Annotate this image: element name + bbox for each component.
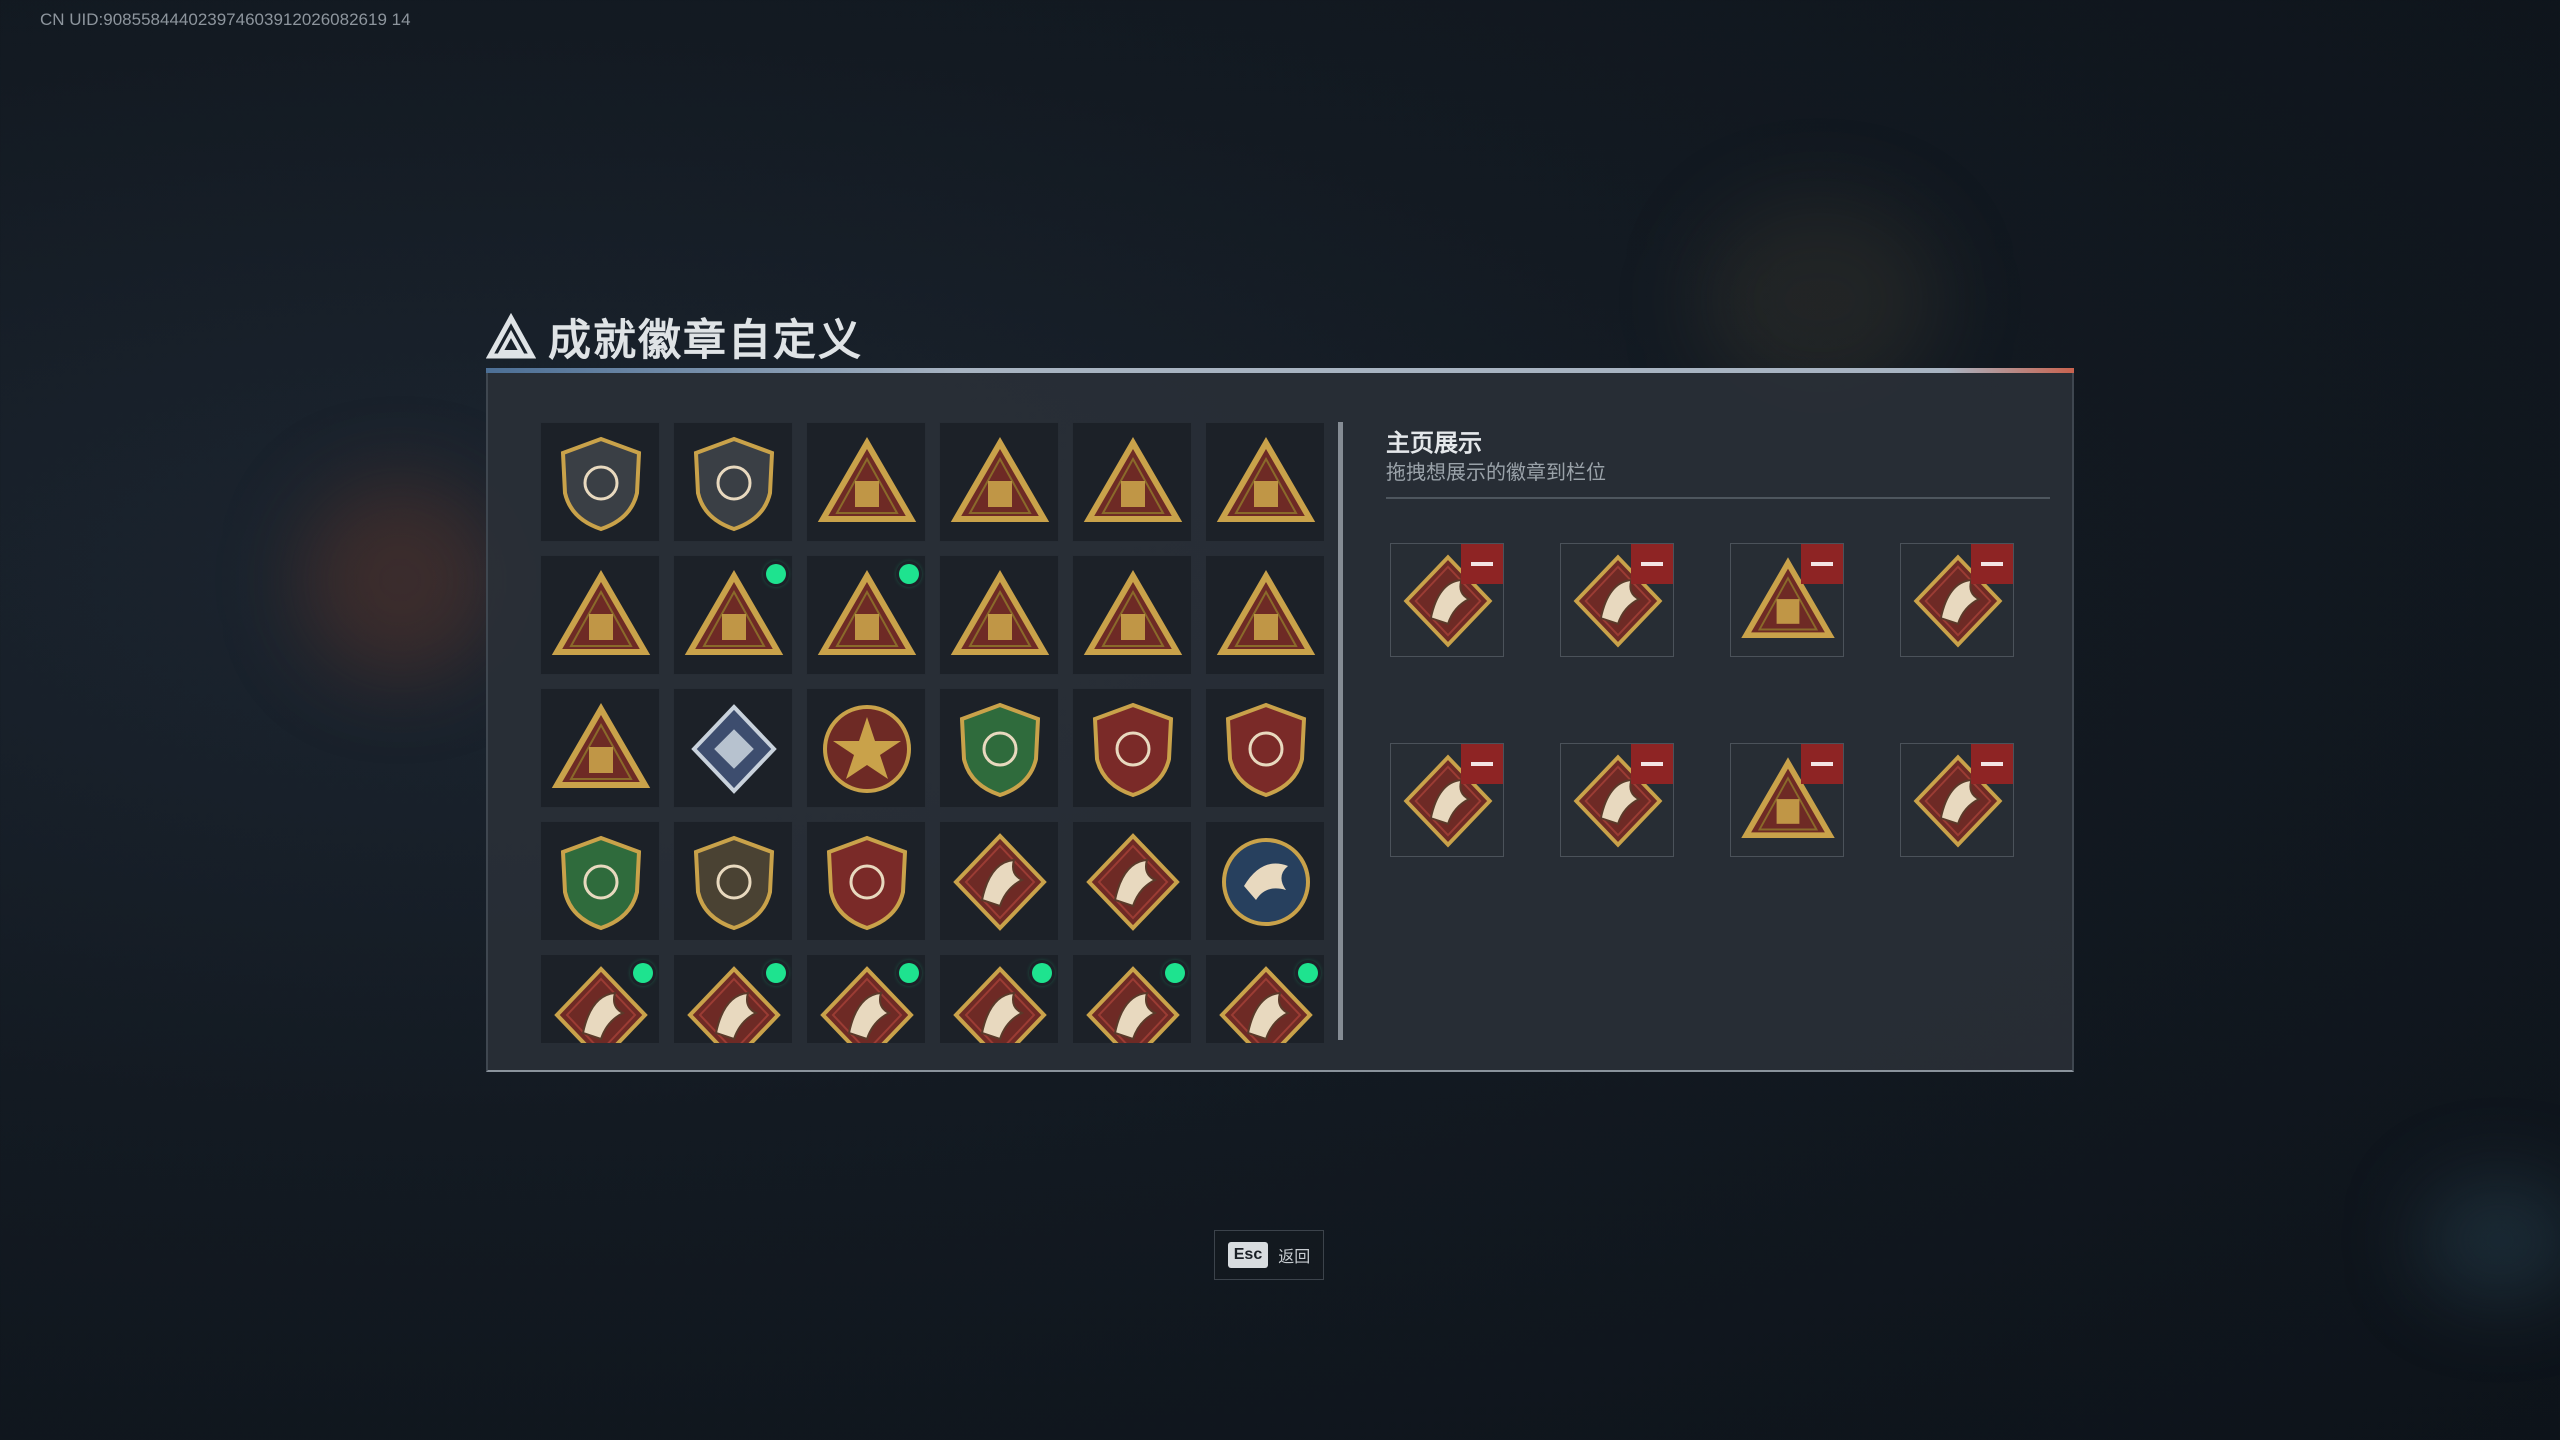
stars-shield-star-badge-icon — [1225, 702, 1307, 798]
gold-triangle-hand-badge-icon — [1216, 437, 1316, 522]
badge-cell[interactable] — [540, 688, 660, 808]
new-indicator-dot — [633, 963, 653, 983]
badge-cell[interactable] — [540, 821, 660, 941]
gold-triangle-soldiers-badge-icon — [950, 570, 1050, 655]
gold-triangle-group-badge-icon — [1083, 570, 1183, 655]
badge-cell[interactable] — [1205, 688, 1325, 808]
minus-icon — [1471, 762, 1493, 766]
uid-label: CN UID:908558444023974603912026082619 14 — [40, 10, 411, 29]
badge-cell[interactable] — [939, 422, 1059, 542]
blue-circle-eagle-badge-icon — [1222, 838, 1310, 926]
badge-cell[interactable] — [540, 555, 660, 675]
badge-cell[interactable] — [673, 555, 793, 675]
badge-cell[interactable] — [1072, 422, 1192, 542]
showcase-slot[interactable] — [1730, 543, 1844, 657]
wings-sword-shield-badge-icon — [826, 835, 908, 931]
badge-cell[interactable] — [1072, 555, 1192, 675]
gold-triangle-number-one-badge-icon — [551, 570, 651, 655]
badge-cell[interactable] — [540, 954, 660, 1043]
badge-cell[interactable] — [806, 821, 926, 941]
remove-badge-button[interactable] — [1461, 744, 1503, 784]
green-crosshair-shield-badge-icon — [560, 835, 642, 931]
badge-cell[interactable] — [673, 688, 793, 808]
green-shield-emblem-badge-icon — [959, 702, 1041, 798]
showcase-slot[interactable] — [1560, 543, 1674, 657]
gold-triangle-s8-badge-icon — [950, 437, 1050, 522]
new-indicator-dot — [1165, 963, 1185, 983]
gray-shield-triangle-badge-icon — [560, 436, 642, 532]
new-indicator-dot — [766, 564, 786, 584]
gold-winged-triangle-s9-badge-icon — [1083, 437, 1183, 522]
showcase-slot[interactable] — [1900, 743, 2014, 857]
new-indicator-dot — [766, 963, 786, 983]
minus-icon — [1471, 562, 1493, 566]
red-diamond-wolf-roar-badge-icon — [1086, 833, 1180, 931]
minus-icon — [1811, 562, 1833, 566]
page-title: 成就徽章自定义 — [548, 317, 863, 365]
showcase-slot[interactable] — [1900, 543, 2014, 657]
gold-star-medal-badge-icon — [823, 705, 911, 793]
new-indicator-dot — [1032, 963, 1052, 983]
remove-badge-button[interactable] — [1801, 544, 1843, 584]
red-diamond-wolf-badge-icon — [953, 833, 1047, 931]
new-indicator-dot — [899, 963, 919, 983]
gold-triangle-s7-badge-icon — [817, 437, 917, 522]
badge-cell[interactable] — [673, 422, 793, 542]
showcase-title: 主页展示 — [1386, 430, 1482, 457]
badge-customization-panel: 主页展示 拖拽想展示的徽章到栏位 — [486, 373, 2074, 1072]
remove-badge-button[interactable] — [1631, 744, 1673, 784]
badge-cell[interactable] — [1205, 821, 1325, 941]
remove-badge-button[interactable] — [1461, 544, 1503, 584]
badge-cell[interactable] — [540, 422, 660, 542]
badge-cell[interactable] — [939, 954, 1059, 1043]
badge-cell[interactable] — [1072, 688, 1192, 808]
silver-diamond-cube-badge-icon — [691, 704, 777, 794]
badge-cell[interactable] — [1205, 422, 1325, 542]
minus-icon — [1811, 762, 1833, 766]
badge-grid[interactable] — [540, 422, 1334, 1043]
badge-cell[interactable] — [806, 954, 926, 1043]
showcase-divider — [1386, 497, 2050, 499]
new-indicator-dot — [1298, 963, 1318, 983]
badge-cell[interactable] — [1205, 555, 1325, 675]
badge-cell[interactable] — [1205, 954, 1325, 1043]
back-label: 返回 — [1278, 1249, 1311, 1266]
badge-cell[interactable] — [806, 688, 926, 808]
back-button[interactable]: Esc 返回 — [1214, 1230, 1324, 1280]
showcase-subtitle: 拖拽想展示的徽章到栏位 — [1386, 462, 1606, 484]
showcase-slot[interactable] — [1390, 543, 1504, 657]
gold-triangle-dragon-badge-icon — [551, 703, 651, 788]
gold-rifle-shield-badge-icon — [693, 835, 775, 931]
remove-badge-button[interactable] — [1801, 744, 1843, 784]
badge-cell[interactable] — [939, 821, 1059, 941]
showcase-slot[interactable] — [1390, 743, 1504, 857]
remove-badge-button[interactable] — [1971, 544, 2013, 584]
badge-cell[interactable] — [939, 688, 1059, 808]
badge-cell[interactable] — [1072, 954, 1192, 1043]
badge-cell[interactable] — [806, 422, 926, 542]
badge-cell[interactable] — [806, 555, 926, 675]
showcase-slot[interactable] — [1560, 743, 1674, 857]
page-header: 成就徽章自定义 — [486, 306, 863, 368]
helicopter-shield-badge-icon — [693, 436, 775, 532]
remove-badge-button[interactable] — [1631, 544, 1673, 584]
new-indicator-dot — [899, 564, 919, 584]
remove-badge-button[interactable] — [1971, 744, 2013, 784]
triangle-logo-icon — [486, 312, 536, 359]
showcase-slot[interactable] — [1730, 743, 1844, 857]
minus-icon — [1641, 562, 1663, 566]
minus-icon — [1981, 562, 2003, 566]
badge-cell[interactable] — [939, 555, 1059, 675]
grid-scrollbar[interactable] — [1338, 422, 1343, 1040]
badge-cell[interactable] — [1072, 821, 1192, 941]
stars-shield-crest-badge-icon — [1092, 702, 1174, 798]
badge-cell[interactable] — [673, 821, 793, 941]
gold-triangle-rocket-badge-icon — [1216, 570, 1316, 655]
minus-icon — [1641, 762, 1663, 766]
badge-cell[interactable] — [673, 954, 793, 1043]
esc-key-hint: Esc — [1227, 1242, 1269, 1268]
minus-icon — [1981, 762, 2003, 766]
